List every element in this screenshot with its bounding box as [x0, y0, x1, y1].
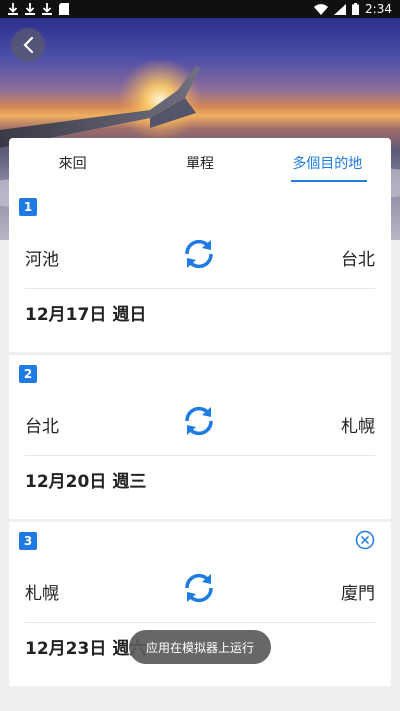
chevron-left-icon — [23, 36, 34, 54]
departure-date: 12月17日 — [25, 305, 107, 325]
origin-city[interactable]: 台北 — [25, 412, 59, 437]
date-row[interactable]: 12月17日 週日 — [25, 300, 146, 325]
tab-round-trip[interactable]: 來回 — [9, 138, 136, 188]
departure-weekday: 週日 — [112, 305, 147, 325]
download-icon — [25, 3, 35, 15]
divider — [25, 622, 375, 623]
swap-cities-button[interactable] — [182, 236, 216, 272]
segment-list: 1 河池 台北 12月17日 週日 2 台北 札幌 12月20日 週三 3 札幌… — [9, 188, 391, 689]
divider — [25, 455, 375, 456]
status-time: 2:34 — [365, 2, 392, 16]
swap-icon — [185, 573, 213, 603]
swap-icon — [185, 239, 213, 269]
trip-type-tabs: 來回 單程 多個目的地 — [9, 138, 391, 188]
battery-icon — [352, 3, 360, 15]
swap-icon — [185, 406, 213, 436]
status-left-icons — [8, 3, 69, 15]
signal-icon — [334, 3, 347, 15]
date-row[interactable]: 12月20日 週三 — [25, 467, 146, 492]
swap-cities-button[interactable] — [182, 570, 216, 606]
swap-cities-button[interactable] — [182, 403, 216, 439]
sd-card-icon — [59, 3, 69, 15]
remove-segment-button[interactable] — [355, 530, 375, 554]
departure-weekday: 週三 — [112, 472, 147, 492]
segment-card: 2 台北 札幌 12月20日 週三 — [9, 355, 391, 519]
departure-date: 12月20日 — [25, 472, 107, 492]
download-icon — [8, 3, 18, 15]
download-icon — [42, 3, 52, 15]
wifi-icon — [314, 3, 329, 15]
segment-number-badge: 1 — [19, 198, 37, 216]
tab-multi-city[interactable]: 多個目的地 — [264, 138, 391, 188]
segment-number-badge: 3 — [19, 532, 37, 550]
destination-city[interactable]: 札幌 — [341, 412, 375, 437]
destination-city[interactable]: 台北 — [341, 245, 375, 270]
origin-city[interactable]: 河池 — [25, 245, 59, 270]
segment-number-badge: 2 — [19, 365, 37, 383]
destination-city[interactable]: 廈門 — [341, 579, 375, 604]
segment-card: 1 河池 台北 12月17日 週日 — [9, 188, 391, 352]
status-bar: 2:34 — [0, 0, 400, 18]
departure-date: 12月23日 — [25, 639, 107, 659]
toast-message: 应用在模拟器上运行 — [129, 630, 271, 664]
tab-one-way[interactable]: 單程 — [136, 138, 263, 188]
status-right-icons: 2:34 — [314, 2, 392, 16]
back-button[interactable] — [11, 28, 45, 62]
origin-city[interactable]: 札幌 — [25, 579, 59, 604]
close-circle-icon — [355, 530, 375, 550]
divider — [25, 288, 375, 289]
